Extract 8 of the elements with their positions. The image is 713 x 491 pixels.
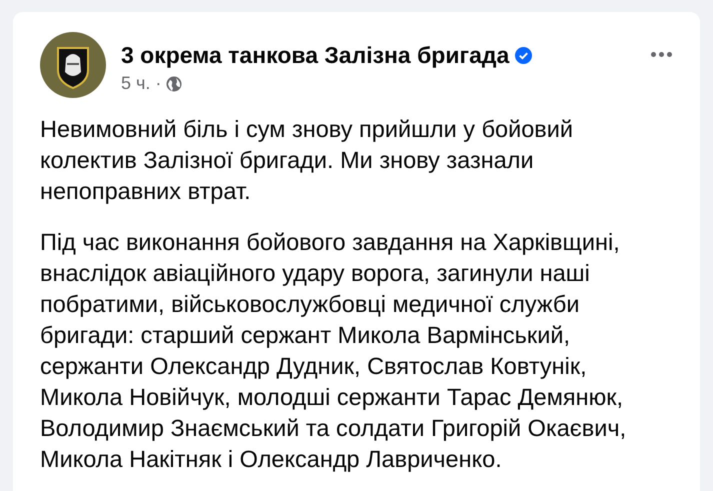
verified-badge-icon [515, 47, 532, 64]
globe-icon[interactable] [166, 76, 182, 92]
separator-dot: · [155, 73, 162, 94]
post-paragraph: Невимовний біль і сум знову прийшли у бойовий колектив Залізної бригади. Ми знову зазнали непоправних втрат. [40, 115, 574, 206]
post-paragraph: Під час виконання бойового завдання на Харківщині, внаслідок авіаційного удару ворога, загинули наші побратими, військовослужбовці медичної служби бригади: старший сержант Микола Вармінський, сержанти Олександр Дудник, Святослав Ковтунік, Микола Новійчук, молодші сержанти Тарас Демянюк, Володимир Знаємський та солдати Григорій Окаєвич, Микола Накітняк і Олександр Лавриченко. [40, 228, 628, 474]
author-name[interactable]: 3 окрема танкова Залізна бригада [121, 42, 510, 69]
post-time[interactable]: 5 ч. [121, 73, 150, 94]
avatar-emblem-icon[interactable] [40, 32, 106, 98]
